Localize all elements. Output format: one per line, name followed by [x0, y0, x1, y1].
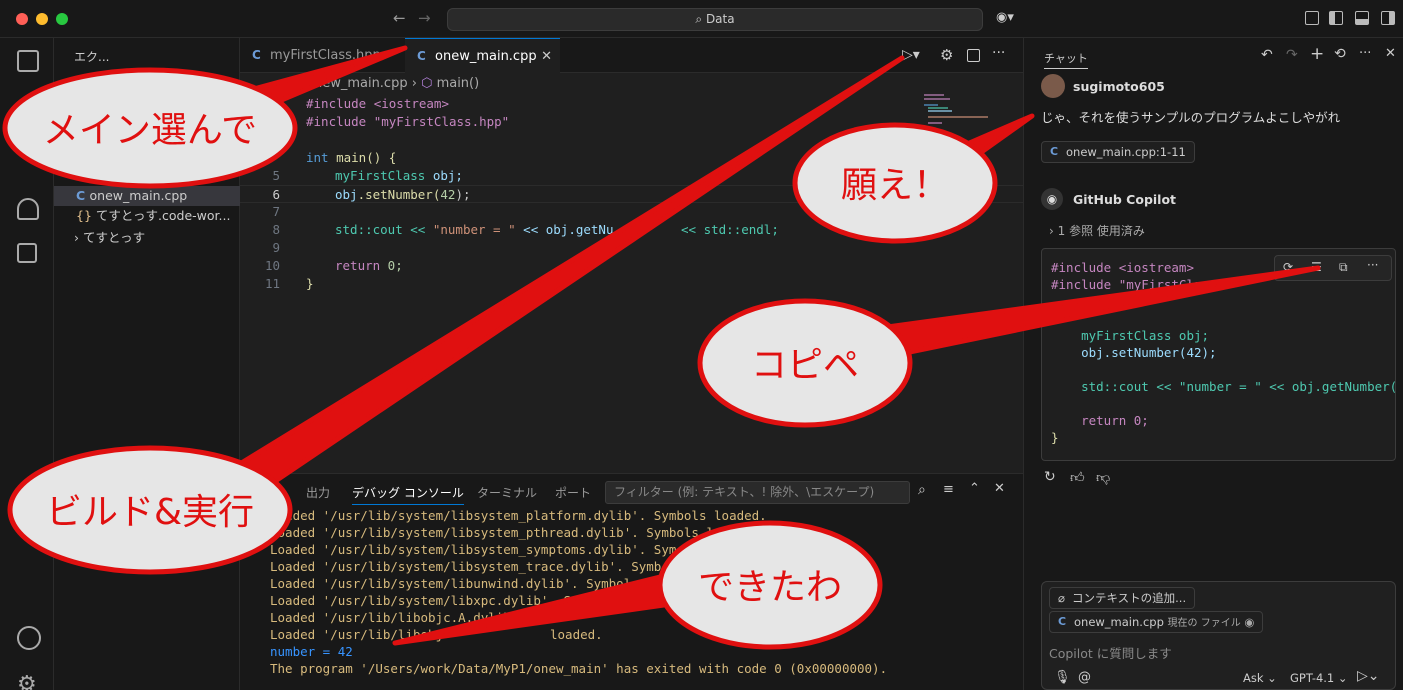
annotation-text-main: メイン選んで [43, 110, 257, 151]
annotation-text-build: ビルド&実行 [46, 492, 254, 533]
annotation-overlay: メイン選んで 願え！ コピペ ビルド&実行 できたわ [2, 45, 1321, 650]
annotation-text-pray: 願え！ [841, 165, 949, 206]
annotation-text-copypaste: コピペ [751, 345, 859, 386]
annotation-text-done: できたわ [698, 567, 842, 608]
